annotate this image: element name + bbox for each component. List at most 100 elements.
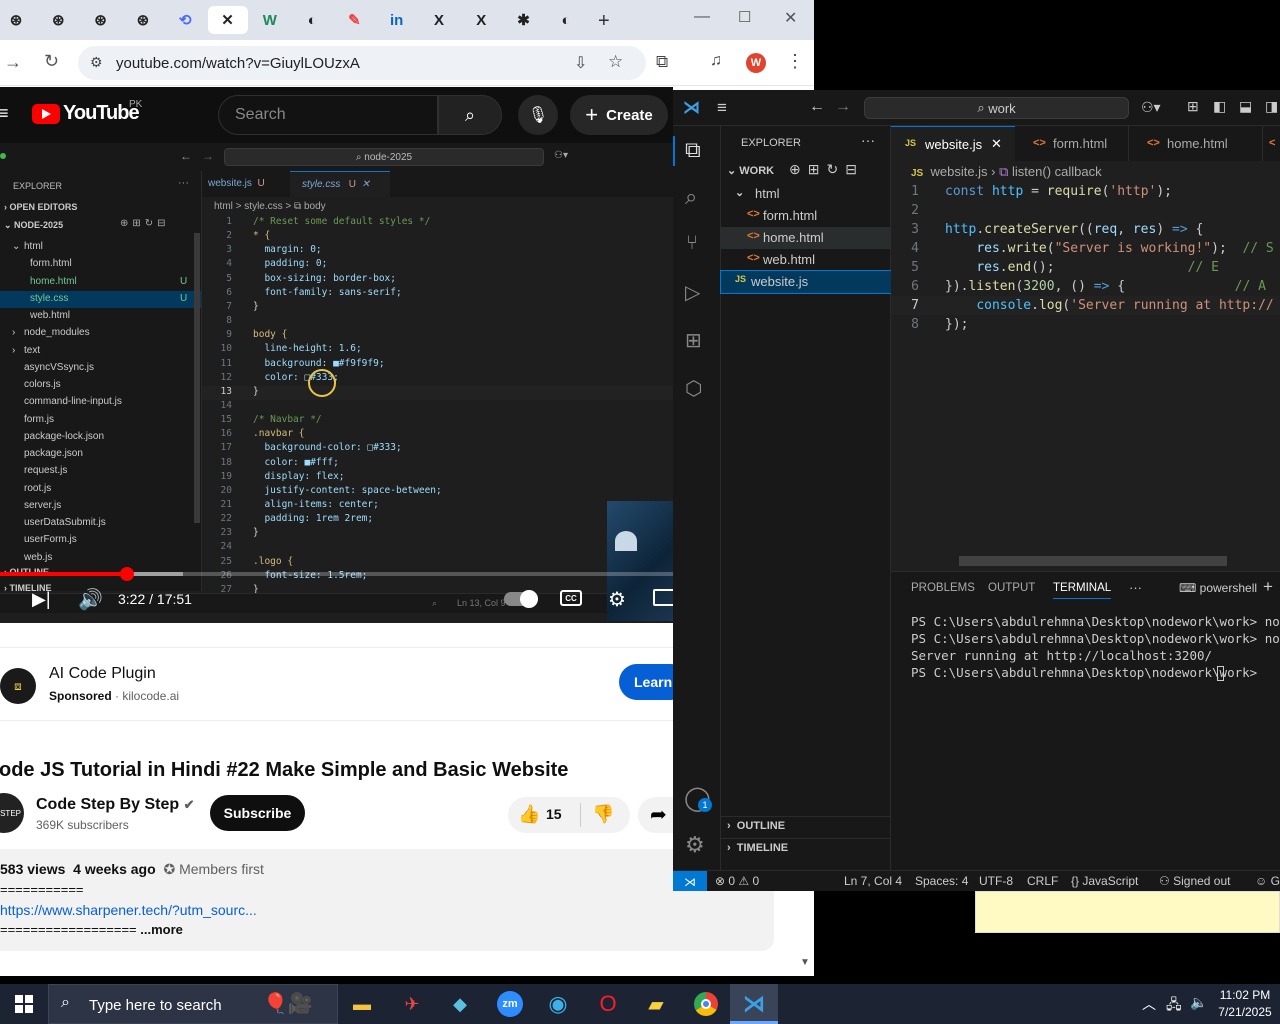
windows-start-icon[interactable] — [0, 984, 48, 1024]
new-terminal-icon[interactable]: + — [1263, 577, 1273, 597]
taskbar-search[interactable]: ⌕ Type here to search 🎈🎥 — [48, 984, 338, 1024]
toggle-secondary-sidebar-icon[interactable]: ◨ — [1265, 98, 1278, 115]
globe-icon[interactable]: ◐ — [292, 6, 332, 34]
ad-card[interactable]: ⧈ AI Code Plugin Sponsored · kilocode.ai… — [0, 647, 689, 721]
terminal-shell[interactable]: ⌨ powershell — [1179, 581, 1257, 595]
cursor-position[interactable]: Ln 7, Col 4 — [844, 874, 902, 888]
explorer-item-web-html[interactable]: <> web.html — [721, 249, 891, 271]
panel-tab-terminal[interactable]: TERMINAL — [1053, 582, 1112, 599]
explorer-item-html[interactable]: ⌄ html — [721, 183, 891, 205]
problems-status[interactable]: ⊗ 0 ⚠ 0 — [715, 874, 759, 888]
address-bar[interactable]: ⚙ youtube.com/watch?v=GiuylLOUzxA ⇩ ☆ — [78, 46, 646, 80]
openai-icon[interactable]: ⊛ — [81, 6, 121, 34]
editor-tab-website-js[interactable]: JS website.js ✕ — [891, 126, 1015, 161]
sticky-notes-icon[interactable]: ▰ — [632, 984, 680, 1024]
search-button[interactable]: ⌕ — [438, 95, 502, 135]
manage-gear-icon[interactable]: ⚙ — [685, 832, 705, 858]
search-activity-icon[interactable]: ⌕ — [685, 184, 697, 210]
remote-indicator-icon[interactable]: ⋊ — [673, 871, 707, 891]
panel-tab-output[interactable]: OUTPUT — [988, 582, 1035, 594]
voice-search-button[interactable]: 🎙 — [518, 95, 558, 135]
toggle-panel-icon[interactable]: ⬓ — [1239, 98, 1252, 115]
bookmark-star-icon[interactable]: ☆ — [608, 52, 623, 72]
openai-icon[interactable]: ⊛ — [123, 6, 163, 34]
channel-avatar[interactable]: BY STEP — [0, 793, 24, 833]
explorer-actions[interactable]: ⊕⊞↻⊟ — [789, 161, 864, 178]
translate-icon[interactable]: ⟲ — [165, 6, 205, 34]
nav-back-icon[interactable]: ← — [809, 98, 825, 116]
explorer-item-website-js[interactable]: JS website.js — [720, 270, 892, 294]
dislike-icon[interactable]: 👎 — [592, 804, 614, 825]
show-more-button[interactable]: ...more — [140, 922, 183, 937]
app-icon[interactable]: ✈ — [388, 984, 436, 1024]
panel-more-icon[interactable]: ··· — [1129, 580, 1142, 595]
explorer-more-icon[interactable]: ··· — [861, 132, 875, 148]
indentation[interactable]: Spaces: 4 — [915, 874, 968, 888]
volume-icon[interactable]: 🔊 — [78, 587, 103, 612]
autoplay-toggle[interactable] — [504, 590, 538, 608]
install-icon[interactable]: ⇩ — [574, 53, 587, 73]
scroll-down-arrow[interactable]: ▼ — [800, 957, 810, 968]
opera-icon[interactable]: O — [584, 984, 632, 1024]
channel-name[interactable]: Code Step By Step ✔ — [36, 796, 195, 814]
edge-icon[interactable]: ◉ — [534, 984, 582, 1024]
status-tail[interactable]: ☺ G — [1255, 874, 1280, 888]
x-icon[interactable]: X — [461, 6, 501, 34]
maximize-button[interactable]: ☐ — [738, 8, 751, 26]
captions-icon[interactable]: CC — [560, 590, 582, 606]
editor-tab-form-html[interactable]: <> form.html — [1019, 126, 1129, 161]
network-icon[interactable]: 🖧 — [1166, 994, 1182, 1018]
workspace-root[interactable]: ⌄ WORK — [727, 164, 774, 177]
globe-icon[interactable]: ◐ — [546, 6, 586, 34]
copilot-icon[interactable]: ⚇▾ — [1141, 99, 1161, 116]
timeline-section[interactable]: › TIMELINE — [727, 842, 788, 854]
like-icon[interactable]: 👍 — [518, 804, 540, 825]
file-explorer-icon[interactable]: ▬ — [338, 984, 386, 1024]
panel-tab-problems[interactable]: PROBLEMS — [911, 582, 975, 594]
linkedin-icon[interactable]: in — [377, 6, 417, 34]
subscribe-button[interactable]: Subscribe — [210, 795, 305, 831]
media-controls-icon[interactable]: ♫ — [710, 52, 722, 70]
youtube-logo-icon[interactable] — [32, 104, 60, 124]
close-window-button[interactable]: ✕ — [784, 8, 797, 28]
search-input[interactable]: Search — [218, 95, 438, 135]
editor-breadcrumb[interactable]: JS website.js › ⧉ listen() callback — [911, 164, 1102, 180]
command-center-search[interactable]: ⌕ work — [864, 97, 1129, 119]
run-debug-icon[interactable]: ▷ — [685, 280, 700, 305]
x-icon[interactable]: X — [419, 6, 459, 34]
next-icon[interactable]: ▶| — [32, 589, 51, 610]
source-control-icon[interactable]: ⑂ — [686, 232, 698, 255]
miniplayer-icon[interactable] — [653, 589, 673, 606]
remote-explorer-icon[interactable]: ⬡ — [685, 376, 702, 401]
slack-icon[interactable]: ✱ — [504, 6, 544, 34]
copilot-status[interactable]: ⚇ Signed out — [1159, 874, 1230, 888]
profile-avatar[interactable]: W — [746, 53, 766, 73]
explorer-item-home-html[interactable]: <> home.html — [721, 227, 891, 249]
openai-icon[interactable]: ⊛ — [0, 6, 36, 34]
hamburger-icon[interactable]: ≡ — [0, 103, 9, 124]
layout-icon[interactable]: ⊞ — [1187, 98, 1199, 115]
vscode-taskbar-icon[interactable]: ⋊ — [730, 984, 778, 1024]
speaker-icon[interactable]: 🔈 — [1190, 994, 1207, 1011]
close-icon[interactable]: ✕ — [207, 6, 248, 34]
nav-forward-icon[interactable]: → — [835, 98, 851, 116]
zoom-icon[interactable]: zm — [486, 984, 534, 1024]
editor-tab-home-html[interactable]: <> home.html — [1133, 126, 1263, 161]
explorer-icon[interactable]: ⧉ — [685, 137, 701, 163]
description-box[interactable]: 583 views 4 weeks ago ✪ Members first ==… — [0, 849, 774, 951]
minimize-button[interactable]: — — [694, 8, 710, 26]
horizontal-scrollbar[interactable] — [959, 556, 1227, 566]
settings-gear-icon[interactable]: ⚙ — [608, 587, 626, 612]
terminal-output[interactable]: PS C:\Users\abdulrehmna\Desktop\nodework… — [891, 614, 1280, 714]
menu-icon[interactable]: ≡ — [717, 98, 727, 118]
outline-section[interactable]: › OUTLINE — [727, 820, 785, 832]
new-tab-button[interactable]: + — [598, 10, 610, 33]
menu-kebab-icon[interactable]: ⋮ — [786, 51, 804, 72]
reload-icon[interactable]: ↻ — [44, 51, 59, 72]
app-icon[interactable]: ◆ — [436, 984, 484, 1024]
language-mode[interactable]: {} JavaScript — [1071, 874, 1138, 888]
close-tab-icon[interactable]: ✕ — [991, 136, 1002, 152]
pen-icon[interactable]: ✎ — [334, 6, 374, 34]
site-settings-icon[interactable]: ⚙ — [90, 54, 103, 71]
clock[interactable]: 11:02 PM 7/21/2025 — [1218, 988, 1272, 1019]
